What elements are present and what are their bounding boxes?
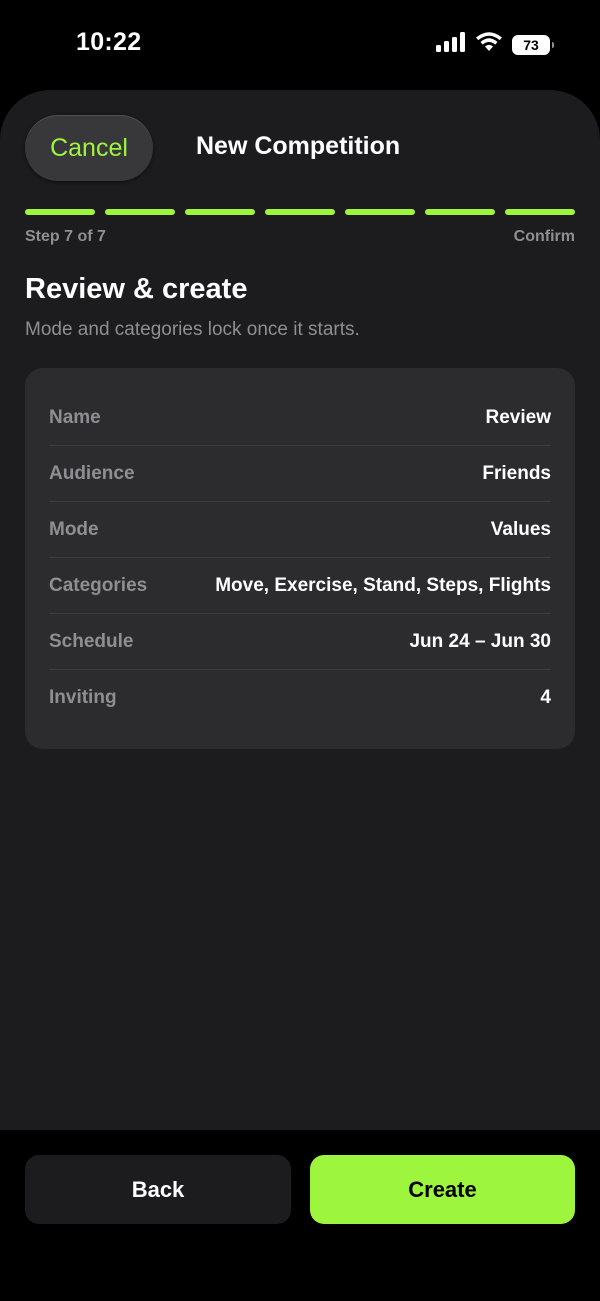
wifi-icon [476, 32, 502, 57]
section-subtitle: Mode and categories lock once it starts. [25, 319, 360, 340]
step-progress-bar [25, 209, 575, 215]
summary-row-categories: Categories Move, Exercise, Stand, Steps,… [49, 558, 551, 614]
summary-row-inviting: Inviting 4 [49, 670, 551, 726]
progress-segment [105, 209, 175, 215]
progress-segment [25, 209, 95, 215]
section-title: Review & create [25, 273, 248, 305]
row-label: Categories [49, 574, 148, 596]
page-title: New Competition [196, 132, 401, 160]
cancel-button[interactable]: Cancel [25, 115, 153, 181]
row-value: Move, Exercise, Stand, Steps, Flights [215, 574, 551, 596]
row-value: 4 [540, 687, 551, 708]
row-value: Review [485, 406, 551, 428]
progress-segment [345, 209, 415, 215]
summary-row-mode: Mode Values [49, 502, 551, 558]
create-button[interactable]: Create [310, 1155, 575, 1224]
row-label: Audience [49, 462, 135, 484]
step-name: Confirm [513, 228, 575, 245]
progress-segment [505, 209, 575, 215]
status-icons: 73 [436, 32, 554, 57]
row-label: Inviting [49, 687, 117, 708]
progress-segment [425, 209, 495, 215]
row-label: Name [49, 406, 101, 428]
summary-row-schedule: Schedule Jun 24 – Jun 30 [49, 614, 551, 670]
screen: 10:22 73 Cancel New Competition Step 7 o… [0, 0, 600, 1301]
step-counter: Step 7 of 7 [25, 228, 106, 245]
bottom-action-bar: Back Create [0, 1130, 600, 1301]
cellular-signal-icon [436, 32, 466, 57]
status-time: 10:22 [76, 28, 142, 56]
battery-icon: 73 [512, 34, 554, 55]
summary-row-name: Name Review [49, 390, 551, 446]
competition-sheet: Cancel New Competition Step 7 of 7 Confi… [0, 90, 600, 1130]
row-value: Jun 24 – Jun 30 [409, 630, 551, 652]
progress-segment [265, 209, 335, 215]
row-value: Values [490, 518, 551, 540]
progress-segment [185, 209, 255, 215]
status-bar: 10:22 73 [0, 0, 600, 90]
row-label: Schedule [49, 630, 134, 652]
summary-row-audience: Audience Friends [49, 446, 551, 502]
row-label: Mode [49, 518, 99, 540]
row-value: Friends [482, 462, 551, 484]
battery-level: 73 [523, 36, 539, 53]
summary-card: Name Review Audience Friends Mode Values… [25, 368, 575, 749]
back-button[interactable]: Back [25, 1155, 291, 1224]
